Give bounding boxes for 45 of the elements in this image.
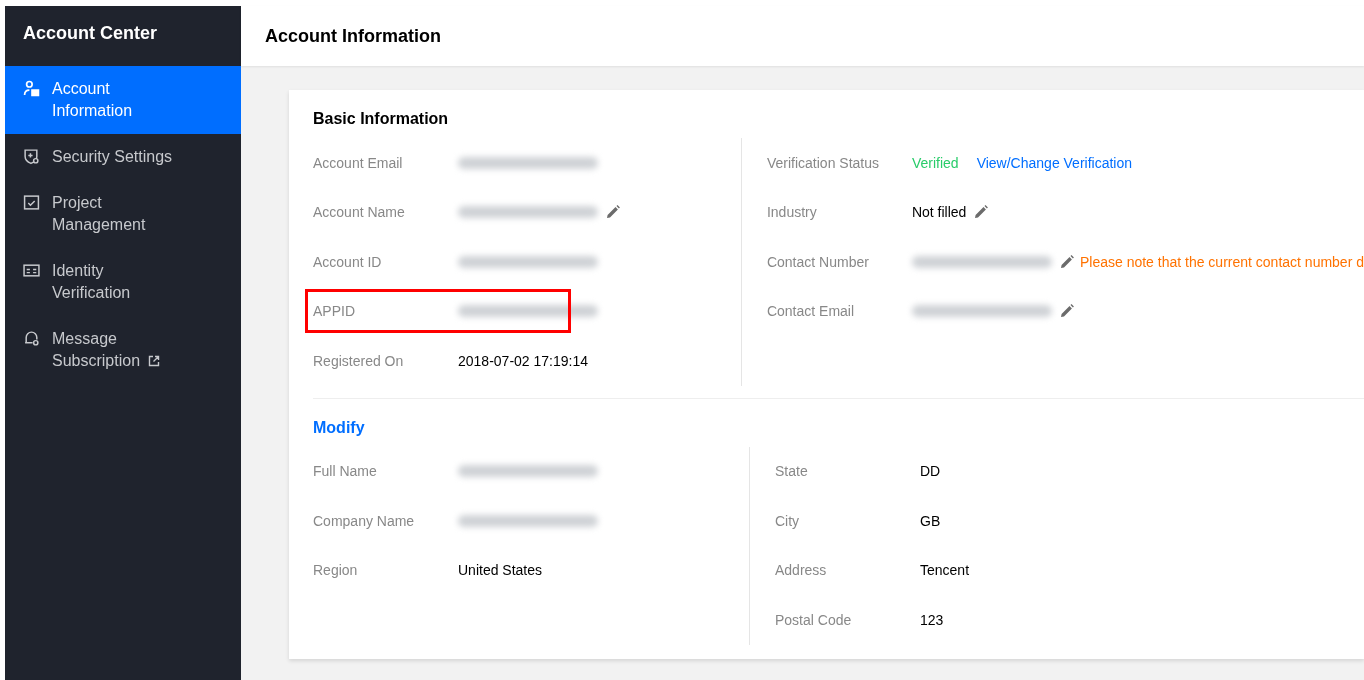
field-label: Contact Number: [766, 253, 870, 270]
pencil-icon[interactable]: [1059, 304, 1074, 319]
field-label: Region: [313, 562, 359, 579]
field-label: State: [775, 463, 809, 480]
field-value: Not filled: [911, 204, 967, 221]
sidebar-item[interactable]: Project Management: [5, 180, 241, 248]
field-label: Account Name: [313, 204, 406, 221]
field-label: Company Name: [313, 512, 416, 529]
field-label: Verification Status: [766, 154, 880, 171]
field-label: APPID: [313, 303, 356, 320]
warning-text: Please note that the current contact number d: [1079, 253, 1364, 270]
external-link-icon: [148, 355, 161, 367]
pencil-icon[interactable]: [606, 205, 620, 220]
page-title: Account Information: [265, 25, 441, 47]
field-label: Full Name: [313, 463, 378, 480]
field-label: Postal Code: [775, 611, 853, 628]
pencil-icon[interactable]: [974, 205, 989, 220]
field-label: Industry: [766, 204, 818, 221]
sidebar-item[interactable]: Security Settings: [5, 134, 241, 180]
folder-check-icon: [23, 194, 40, 211]
field-label: City: [775, 512, 801, 529]
field-value: United States: [458, 562, 543, 579]
field-label: Account ID: [313, 253, 383, 270]
field-label: Contact Email: [766, 303, 856, 320]
sidebar-item[interactable]: Identity Verification: [5, 248, 241, 316]
status-value: Verified: [911, 154, 959, 171]
sidebar-item[interactable]: Message Subscription: [5, 316, 241, 384]
section-title: Basic Information: [313, 110, 450, 128]
modify-link[interactable]: Modify: [313, 418, 365, 437]
sidebar-title: Account Center: [22, 22, 158, 45]
user-card-icon: [23, 80, 40, 97]
field-value: 123: [920, 611, 944, 628]
id-card-icon: [23, 262, 40, 279]
field-value: 2018-07-02 17:19:14: [458, 352, 588, 369]
verification-link[interactable]: View/Change Verification: [976, 154, 1133, 171]
field-value: DD: [920, 463, 941, 480]
bell-icon: [23, 330, 40, 347]
field-value: Tencent: [920, 562, 970, 579]
field-value: GB: [920, 512, 941, 529]
field-label: Address: [775, 562, 828, 579]
pencil-icon[interactable]: [1059, 254, 1074, 269]
field-label: Account Email: [313, 154, 404, 171]
sidebar-item[interactable]: Account Information: [5, 66, 241, 134]
shield-icon: [23, 148, 40, 165]
field-label: Registered On: [313, 352, 405, 369]
